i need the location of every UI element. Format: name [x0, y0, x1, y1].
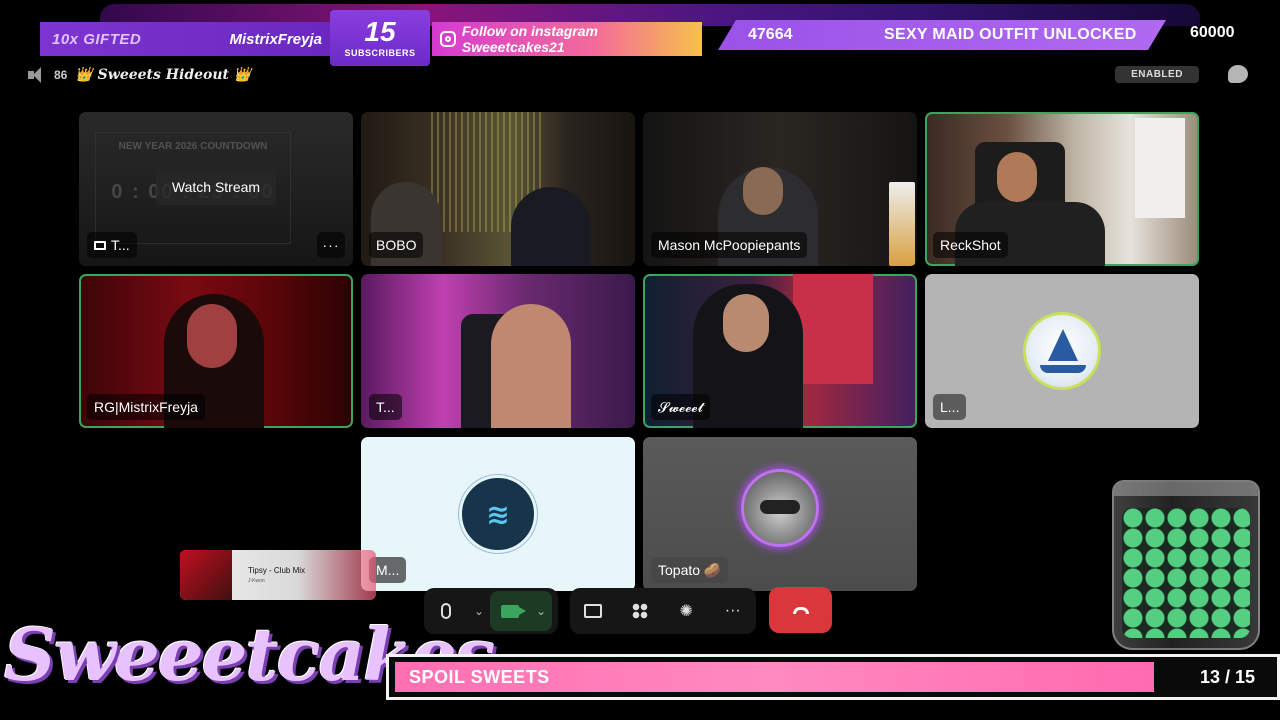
goal-banner: 47664 SEXY MAID OUTFIT UNLOCKED: [718, 20, 1166, 50]
video-feed: [743, 167, 783, 215]
camera-icon: [501, 604, 526, 618]
participant-name-tag: ReckShot: [933, 232, 1008, 258]
video-tile[interactable]: Mason McPoopiepants: [643, 112, 917, 266]
participant-name: T...: [111, 237, 130, 253]
more-icon: ···: [724, 602, 741, 619]
more-options-button[interactable]: ···: [711, 589, 755, 633]
goal-current: 47664: [748, 26, 793, 43]
participant-name: Topato 🥔: [658, 561, 722, 578]
camera-options-button[interactable]: ⌄: [530, 589, 552, 633]
countdown-title: NEW YEAR 2026 COUNTDOWN: [118, 141, 268, 152]
avatar: [1023, 312, 1101, 390]
jar-rim: [1114, 482, 1258, 496]
song-title: Tipsy - Club Mix: [248, 566, 306, 575]
video-tile-speaking[interactable]: RG|MistrixFreyja: [79, 274, 353, 428]
channel-header: 86 👑 Sweeets Hideout 👑: [28, 64, 251, 86]
spoil-progress-bar: SPOIL SWEETS 13 / 15: [386, 654, 1280, 700]
watch-stream-button[interactable]: Watch Stream: [156, 169, 276, 205]
video-feed: [723, 294, 769, 352]
spoil-label: SPOIL SWEETS: [409, 667, 550, 687]
gifter-name: MistrixFreyja: [229, 30, 322, 48]
activities-button[interactable]: [618, 589, 662, 633]
gifted-banner: 10x GIFTED MistrixFreyja: [40, 22, 332, 56]
screen-share-icon: [94, 240, 106, 250]
video-feed: [511, 187, 591, 266]
soundboard-icon: ✺: [679, 603, 693, 620]
ship-icon: [1048, 329, 1078, 361]
participant-name: ReckShot: [940, 237, 1001, 253]
song-artist: J-Kwon: [248, 578, 265, 584]
participant-name-tag: 𝓢𝔀𝓮𝓮𝓮𝓽: [651, 394, 711, 420]
disconnect-button[interactable]: [769, 587, 832, 633]
instagram-text: Follow on instagram Sweeetcakes21: [461, 23, 598, 55]
hangup-icon: [792, 606, 809, 614]
video-tile-speaking[interactable]: 𝓢𝔀𝓮𝓮𝓮𝓽: [643, 274, 917, 428]
tile-more-button[interactable]: ···: [317, 232, 345, 258]
album-art: [180, 550, 232, 600]
participant-name-tag: RG|MistrixFreyja: [87, 394, 205, 420]
participant-name: 𝓢𝔀𝓮𝓮𝓮𝓽: [658, 398, 704, 415]
instagram-icon: [440, 31, 456, 47]
participant-name: T...: [376, 399, 395, 415]
video-tile-stream[interactable]: NEW YEAR 2026 COUNTDOWN 0 : 00 : 23 : 00…: [79, 112, 353, 266]
avatar: ≋: [459, 475, 537, 553]
subscriber-label: SUBSCRIBERS: [344, 48, 416, 58]
enabled-badge[interactable]: ENABLED: [1115, 66, 1199, 83]
video-feed: [491, 304, 571, 428]
avatar-logo-icon: ≋: [486, 498, 510, 530]
video-feed: [997, 152, 1037, 202]
video-tile-avatar[interactable]: ≋ M...: [361, 437, 635, 591]
chat-icon[interactable]: [1228, 65, 1248, 83]
voice-channel-icon: [28, 67, 46, 83]
chevron-down-icon: ⌄: [535, 604, 547, 618]
video-feed: [187, 304, 237, 368]
subscriber-count: 15: [364, 16, 396, 47]
now-playing-widget: Tipsy - Club Mix J-Kwon: [180, 550, 376, 600]
participant-name-tag: L...: [933, 394, 967, 420]
ship-hull: [1040, 365, 1086, 373]
jar-contents: [1122, 508, 1250, 638]
participant-name: Mason McPoopiepants: [658, 237, 801, 253]
enabled-badge-label: ENABLED: [1131, 69, 1183, 80]
channel-member-count: 86: [54, 68, 68, 82]
raccoon-icon: [760, 499, 800, 514]
participant-name-tag: T...: [87, 232, 137, 258]
video-tile-speaking[interactable]: ReckShot: [925, 112, 1199, 266]
goal-title: SEXY MAID OUTFIT UNLOCKED: [884, 26, 1137, 43]
avatar: [741, 468, 819, 547]
subscriber-counter: 15 SUBSCRIBERS: [330, 10, 430, 66]
camera-button[interactable]: [490, 589, 530, 633]
screen-share-button[interactable]: [571, 589, 615, 633]
video-feed: [793, 274, 873, 384]
tip-jar: [1112, 480, 1260, 650]
video-feed: [1135, 118, 1185, 218]
video-tile-avatar[interactable]: L...: [925, 274, 1199, 428]
activity-controls: ✺ ···: [570, 588, 756, 634]
participant-name-tag: Topato 🥔: [651, 557, 729, 583]
participant-name: RG|MistrixFreyja: [94, 399, 198, 415]
goal-target: 60000: [1190, 24, 1235, 41]
participant-name-tag: Mason McPoopiepants: [651, 232, 808, 258]
instagram-banner: Follow on instagram Sweeetcakes21: [432, 22, 702, 56]
video-tile-avatar[interactable]: Topato 🥔: [643, 437, 917, 591]
participant-name: M...: [376, 562, 400, 578]
participant-name: L...: [940, 399, 960, 415]
screen-share-icon: [584, 604, 603, 618]
video-feed: [889, 182, 915, 266]
participant-name: BOBO: [376, 237, 417, 253]
participant-name-tag: T...: [369, 394, 402, 420]
video-tile[interactable]: T...: [361, 274, 635, 428]
spoil-count: 13 / 15: [1199, 667, 1255, 687]
gifted-label: 10x GIFTED: [52, 30, 142, 48]
video-tile[interactable]: BOBO: [361, 112, 635, 266]
activities-icon: [631, 603, 648, 619]
camera-toggle: ⌄: [490, 591, 552, 631]
soundboard-button[interactable]: ✺: [664, 589, 708, 633]
participant-name-tag: BOBO: [369, 232, 424, 258]
channel-name: 👑 Sweeets Hideout 👑: [75, 67, 252, 83]
